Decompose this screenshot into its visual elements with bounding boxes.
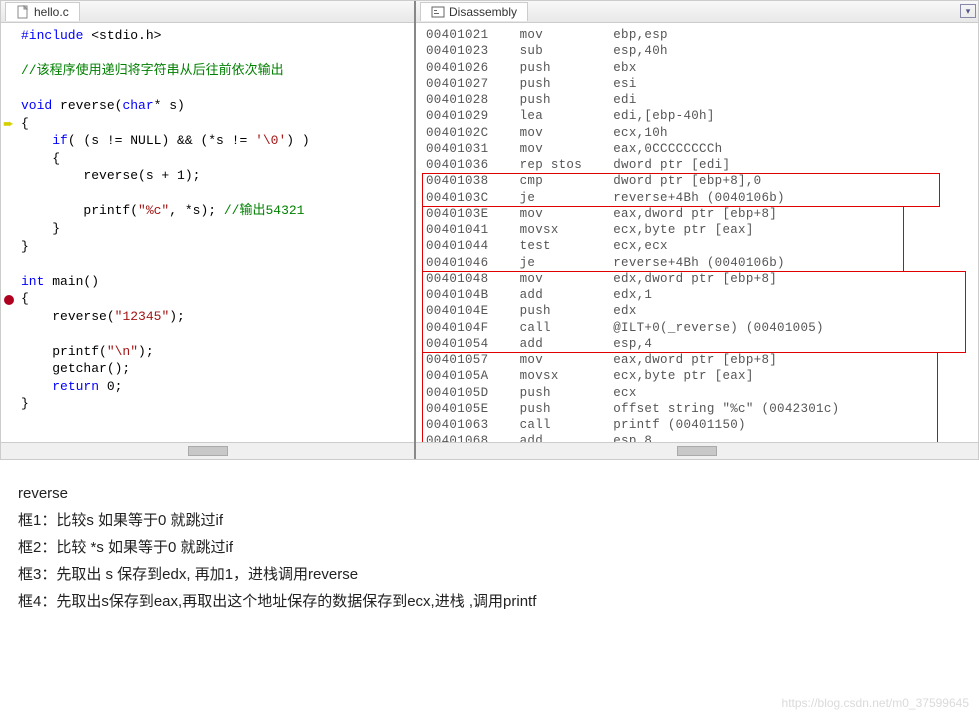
disasm-line[interactable]: 00401044 test ecx,ecx: [426, 238, 972, 254]
disassembly-view[interactable]: 00401021 mov ebp,esp00401023 sub esp,40h…: [416, 23, 978, 442]
h-scrollbar[interactable]: [1, 442, 414, 459]
disasm-line[interactable]: 0040103E mov eax,dword ptr [ebp+8]: [426, 206, 972, 222]
source-panel: hello.c #include <stdio.h> //该程序使用递归将字符串…: [1, 1, 416, 459]
disasm-line[interactable]: 00401036 rep stos dword ptr [edi]: [426, 157, 972, 173]
disasm-line[interactable]: 0040105E push offset string "%c" (004230…: [426, 401, 972, 417]
code-line: if( (s != NULL) && (*s != '\0') ): [21, 132, 414, 150]
disasm-line[interactable]: 00401063 call printf (00401150): [426, 417, 972, 433]
code-line: {: [21, 150, 414, 168]
breakpoint-icon[interactable]: [4, 295, 14, 305]
code-line: }: [21, 238, 414, 256]
disasm-line[interactable]: 0040104B add edx,1: [426, 287, 972, 303]
tab-label: hello.c: [34, 5, 69, 19]
h-scrollbar[interactable]: [416, 442, 978, 459]
disasm-line[interactable]: 00401068 add esp,8: [426, 433, 972, 442]
right-tab-bar: Disassembly ▾: [416, 1, 978, 23]
disasm-line[interactable]: 00401046 je reverse+4Bh (0040106b): [426, 255, 972, 271]
disasm-line[interactable]: 00401028 push edi: [426, 92, 972, 108]
file-icon: [16, 5, 30, 19]
disasm-line[interactable]: 0040103C je reverse+4Bh (0040106b): [426, 190, 972, 206]
code-line: printf("%c", *s); //输出54321: [21, 202, 414, 220]
disasm-line[interactable]: 00401023 sub esp,40h: [426, 43, 972, 59]
code-line: }: [21, 395, 414, 413]
disasm-line[interactable]: 00401048 mov edx,dword ptr [ebp+8]: [426, 271, 972, 287]
window-button-icon[interactable]: ▾: [960, 4, 976, 18]
code-line: int main(): [21, 273, 414, 291]
code-line: void reverse(char* s): [21, 97, 414, 115]
disasm-line[interactable]: 0040105A movsx ecx,byte ptr [eax]: [426, 368, 972, 384]
notes-line: 框4：先取出s保存到eax,再取出这个地址保存的数据保存到ecx,进栈 ,调用p…: [18, 588, 961, 615]
notes-line: 框1：比较s 如果等于0 就跳过if: [18, 507, 961, 534]
code-line: return 0;: [21, 378, 414, 396]
scroll-thumb[interactable]: [188, 446, 228, 456]
watermark: https://blog.csdn.net/m0_37599645: [782, 693, 969, 715]
tab-label: Disassembly: [449, 5, 517, 19]
disasm-line[interactable]: 00401054 add esp,4: [426, 336, 972, 352]
disasm-line[interactable]: 00401021 mov ebp,esp: [426, 27, 972, 43]
disasm-line[interactable]: 00401057 mov eax,dword ptr [ebp+8]: [426, 352, 972, 368]
code-editor[interactable]: #include <stdio.h> //该程序使用递归将字符串从后往前依次输出…: [1, 23, 414, 442]
current-line-arrow-icon: [3, 116, 14, 134]
tab-hello-c[interactable]: hello.c: [5, 2, 80, 21]
scroll-thumb[interactable]: [677, 446, 717, 456]
disasm-line[interactable]: 0040102C mov ecx,10h: [426, 125, 972, 141]
disasm-line[interactable]: 00401041 movsx ecx,byte ptr [eax]: [426, 222, 972, 238]
disasm-line[interactable]: 00401038 cmp dword ptr [ebp+8],0: [426, 173, 972, 189]
disasm-line[interactable]: 00401027 push esi: [426, 76, 972, 92]
code-line: getchar();: [21, 360, 414, 378]
code-line: printf("\n");: [21, 343, 414, 361]
disasm-line[interactable]: 00401026 push ebx: [426, 60, 972, 76]
code-line: {: [21, 290, 414, 308]
code-line: //该程序使用递归将字符串从后往前依次输出: [21, 62, 414, 80]
notes-line: 框2：比较 *s 如果等于0 就跳过if: [18, 534, 961, 561]
code-line: #include <stdio.h>: [21, 27, 414, 45]
ide-container: hello.c #include <stdio.h> //该程序使用递归将字符串…: [0, 0, 979, 460]
disasm-line[interactable]: 0040104F call @ILT+0(_reverse) (00401005…: [426, 320, 972, 336]
disasm-icon: [431, 5, 445, 19]
tab-disassembly[interactable]: Disassembly: [420, 2, 528, 21]
disasm-line[interactable]: 0040104E push edx: [426, 303, 972, 319]
disasm-line[interactable]: 00401031 mov eax,0CCCCCCCCh: [426, 141, 972, 157]
annotation-notes: reverse 框1：比较s 如果等于0 就跳过if 框2：比较 *s 如果等于…: [0, 460, 979, 625]
code-line: {: [21, 115, 414, 133]
notes-title: reverse: [18, 480, 961, 507]
disassembly-panel: Disassembly ▾ 00401021 mov ebp,esp004010…: [416, 1, 978, 459]
disasm-line[interactable]: 0040105D push ecx: [426, 385, 972, 401]
code-line: reverse("12345");: [21, 308, 414, 326]
left-tab-bar: hello.c: [1, 1, 414, 23]
code-line: reverse(s + 1);: [21, 167, 414, 185]
code-line: }: [21, 220, 414, 238]
disasm-line[interactable]: 00401029 lea edi,[ebp-40h]: [426, 108, 972, 124]
